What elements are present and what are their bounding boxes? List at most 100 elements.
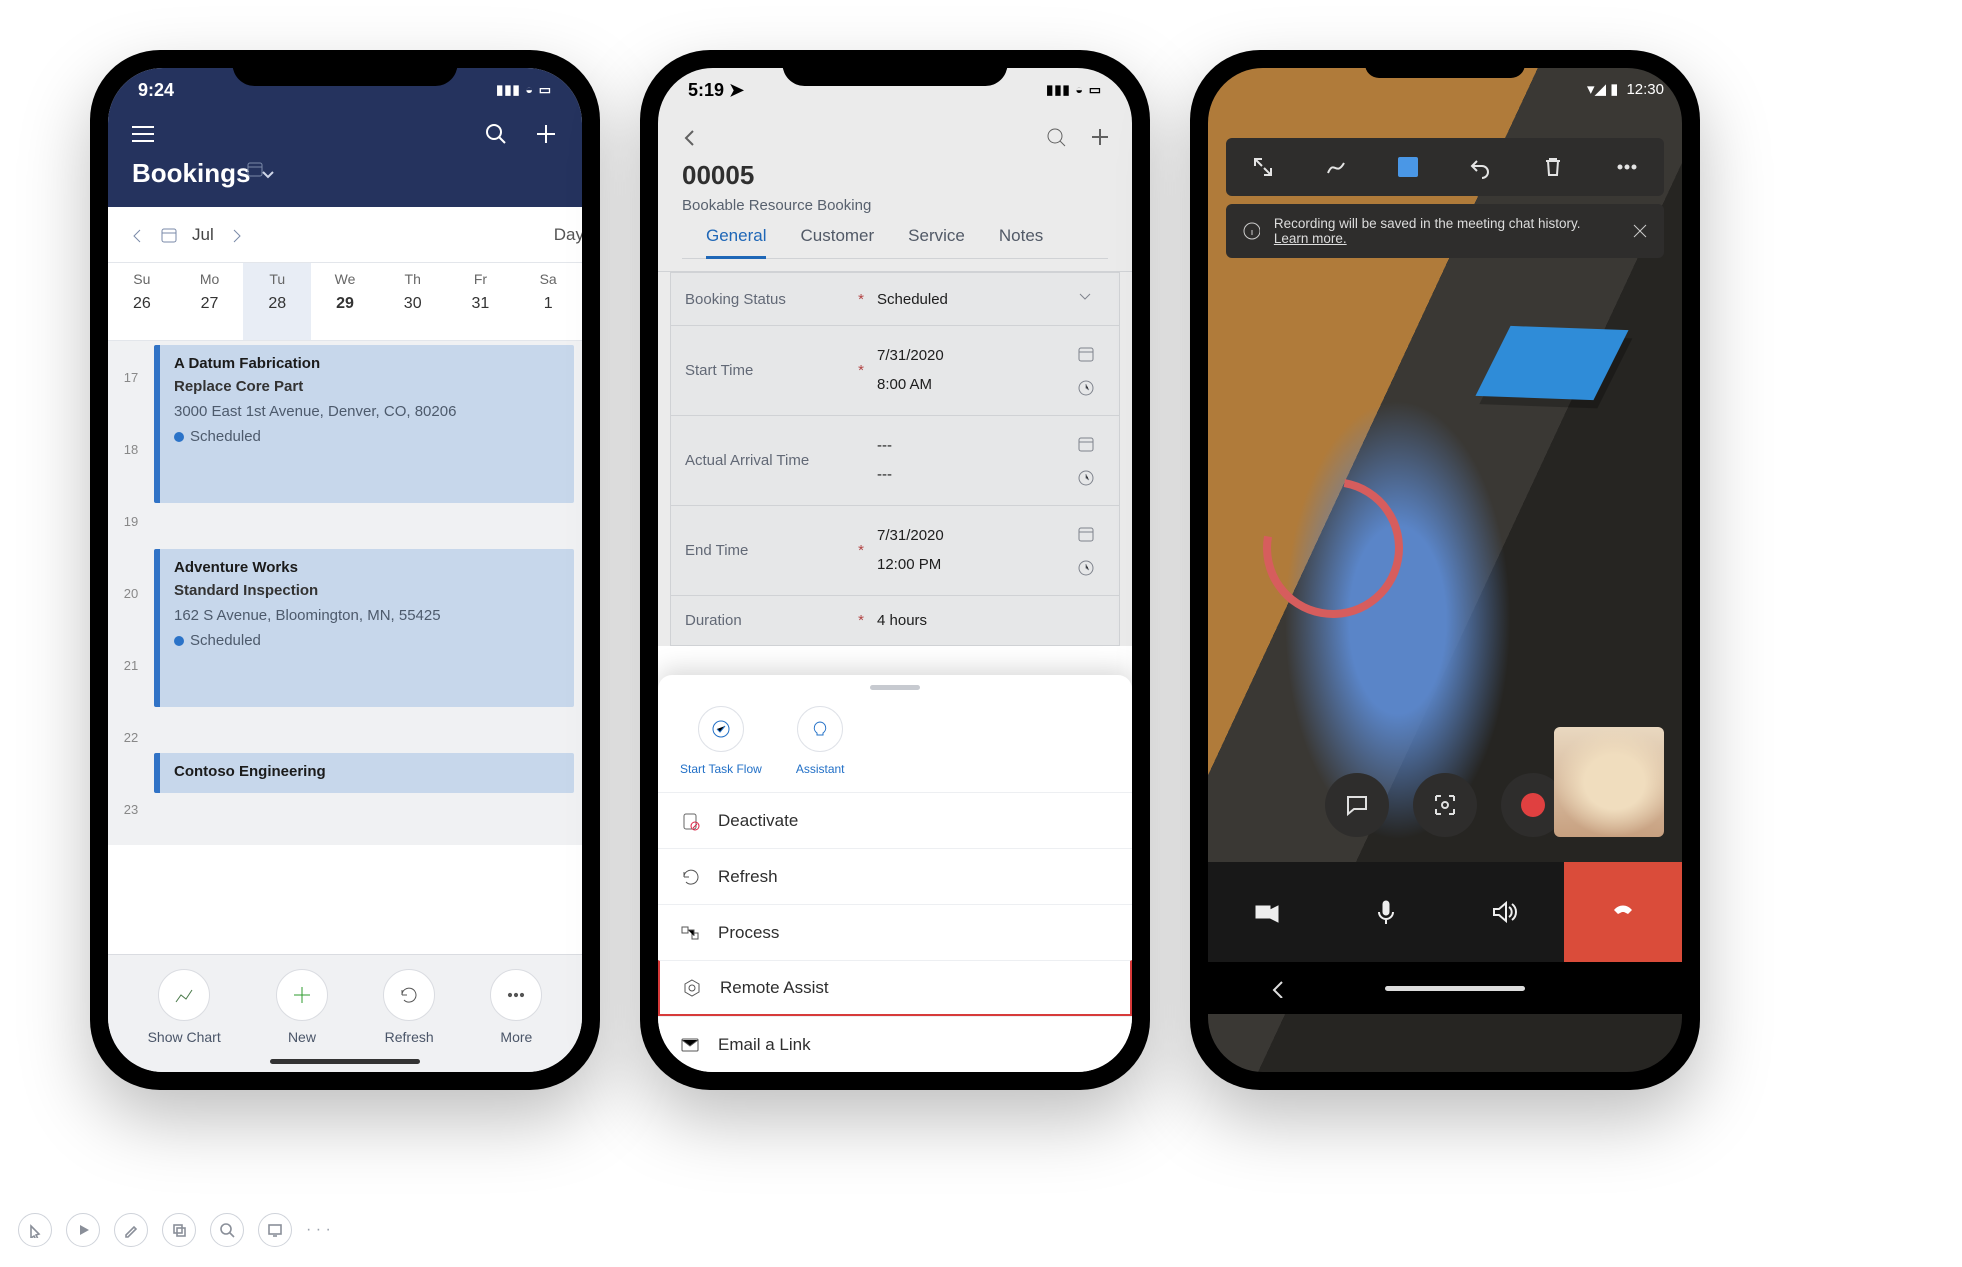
more-icon[interactable]: · · · <box>306 1213 331 1247</box>
pen-icon[interactable] <box>114 1213 148 1247</box>
status-dot-icon <box>174 432 184 442</box>
capture-button[interactable] <box>1413 773 1477 837</box>
top-nav <box>658 112 1132 156</box>
calendar-icon[interactable] <box>160 226 178 244</box>
chart-icon <box>173 984 195 1006</box>
layers-icon[interactable] <box>162 1213 196 1247</box>
tab-general[interactable]: General <box>706 226 766 259</box>
assistant-button[interactable]: Assistant <box>796 706 845 778</box>
search-icon[interactable] <box>484 122 508 146</box>
booking-event[interactable]: Contoso Engineering <box>154 753 574 793</box>
back-icon[interactable] <box>680 127 700 147</box>
calendar-subbar: Jul Day <box>108 207 582 263</box>
back-icon[interactable] <box>1268 978 1288 998</box>
next-icon[interactable] <box>228 226 246 244</box>
recording-banner: Recording will be saved in the meeting c… <box>1226 204 1664 258</box>
chat-button[interactable] <box>1325 773 1389 837</box>
more-icon <box>505 984 527 1006</box>
record-header: 00005 Bookable Resource Booking General … <box>658 156 1132 272</box>
sheet-item-process[interactable]: Process <box>658 904 1132 960</box>
play-icon[interactable] <box>66 1213 100 1247</box>
booking-event[interactable]: Adventure Works Standard Inspection 162 … <box>154 549 574 707</box>
refresh-icon <box>680 867 700 887</box>
clock-icon <box>1077 379 1095 397</box>
phone-icon <box>1609 898 1637 926</box>
end-call-button[interactable] <box>1564 862 1683 962</box>
prev-icon[interactable] <box>128 226 146 244</box>
info-icon <box>1242 221 1260 241</box>
booking-event[interactable]: A Datum Fabrication Replace Core Part 30… <box>154 345 574 503</box>
home-pill[interactable] <box>1385 986 1525 991</box>
ink-icon[interactable] <box>1324 155 1348 179</box>
calendar-icon <box>1077 435 1095 453</box>
search-icon[interactable] <box>1046 127 1066 147</box>
field-end-time[interactable]: End Time * 7/31/202012:00 PM <box>670 506 1120 596</box>
taskflow-icon <box>711 719 731 739</box>
process-icon <box>680 923 700 943</box>
color-swatch[interactable] <box>1398 157 1418 177</box>
hour-gutter: 17 18 19 20 21 22 23 <box>108 341 154 845</box>
add-icon[interactable] <box>1090 127 1110 147</box>
phone-booking-detail: 5:19 ➤ ▮▮▮ ◒ ▭ 00005 Bookable Resource B… <box>640 50 1150 1090</box>
sheet-item-refresh[interactable]: Refresh <box>658 848 1132 904</box>
refresh-button[interactable]: Refresh <box>383 969 435 1045</box>
month-label: Jul <box>192 225 214 245</box>
more-button[interactable]: More <box>490 969 542 1045</box>
add-icon[interactable] <box>534 122 558 146</box>
command-bar: Show Chart New Refresh More <box>108 954 582 1072</box>
call-bar <box>1208 862 1682 962</box>
bulb-icon <box>810 719 830 739</box>
more-icon[interactable] <box>1615 155 1639 179</box>
week-strip[interactable]: Su26 Mo27 Tu28 We29 Th30 Fr31 Sa1 <box>108 263 582 341</box>
android-navbar <box>1208 962 1682 1014</box>
video-icon <box>1253 898 1281 926</box>
refresh-icon <box>398 984 420 1006</box>
mail-icon <box>680 1035 700 1055</box>
new-button[interactable]: New <box>276 969 328 1045</box>
annotation-toolbar <box>1226 138 1664 196</box>
field-booking-status[interactable]: Booking Status * Scheduled <box>670 272 1120 326</box>
sheet-handle[interactable] <box>870 685 920 690</box>
doc-viewer-controls: · · · <box>18 1213 331 1247</box>
plus-icon <box>291 984 313 1006</box>
sheet-item-remote-assist[interactable]: Remote Assist <box>658 960 1132 1016</box>
close-icon[interactable] <box>1630 221 1648 241</box>
tab-notes[interactable]: Notes <box>999 226 1043 258</box>
self-view[interactable] <box>1554 727 1664 837</box>
calendar-icon <box>1077 525 1095 543</box>
capture-icon <box>1432 792 1458 818</box>
tab-customer[interactable]: Customer <box>800 226 874 258</box>
android-statusbar: ▾◢ ▮12:30 <box>1587 80 1664 98</box>
phone-remote-assist-call: ▾◢ ▮12:30 Recording will be saved in the… <box>1190 50 1700 1090</box>
start-task-flow-button[interactable]: Start Task Flow <box>680 706 762 778</box>
field-arrival-time[interactable]: Actual Arrival Time ------ <box>670 416 1120 506</box>
phone-bookings: 9:24 ▮▮▮ ◒ ▭ Bookings Jul <box>90 50 600 1090</box>
sheet-item-deactivate[interactable]: Deactivate <box>658 792 1132 848</box>
calendar-icon <box>1077 345 1095 363</box>
undo-icon[interactable] <box>1468 155 1492 179</box>
video-toggle[interactable] <box>1208 862 1327 962</box>
booking-form: Booking Status * Scheduled Start Time * … <box>658 272 1132 646</box>
record-tabs: General Customer Service Notes <box>682 214 1108 259</box>
view-mode[interactable]: Day <box>554 225 582 245</box>
speaker-toggle[interactable] <box>1445 862 1564 962</box>
speaker-icon <box>1490 898 1518 926</box>
show-chart-button[interactable]: Show Chart <box>148 969 221 1045</box>
field-start-time[interactable]: Start Time * 7/31/20208:00 AM <box>670 326 1120 416</box>
zoom-icon[interactable] <box>210 1213 244 1247</box>
pointer-icon[interactable] <box>18 1213 52 1247</box>
status-time: 9:24 <box>138 80 174 101</box>
status-icons: ▮▮▮ ◒ ▭ <box>1046 82 1102 98</box>
trash-icon[interactable] <box>1541 155 1565 179</box>
sheet-item-email-link[interactable]: Email a Link <box>658 1016 1132 1072</box>
menu-icon[interactable] <box>132 126 154 142</box>
clock-icon <box>1077 469 1095 487</box>
field-duration[interactable]: Duration * 4 hours <box>670 596 1120 646</box>
tab-service[interactable]: Service <box>908 226 965 258</box>
learn-more-link[interactable]: Learn more. <box>1274 231 1347 246</box>
chevron-down-icon <box>1077 289 1093 305</box>
minimize-icon[interactable] <box>1251 155 1275 179</box>
remote-assist-icon <box>682 978 702 998</box>
mic-toggle[interactable] <box>1327 862 1446 962</box>
screen-icon[interactable] <box>258 1213 292 1247</box>
